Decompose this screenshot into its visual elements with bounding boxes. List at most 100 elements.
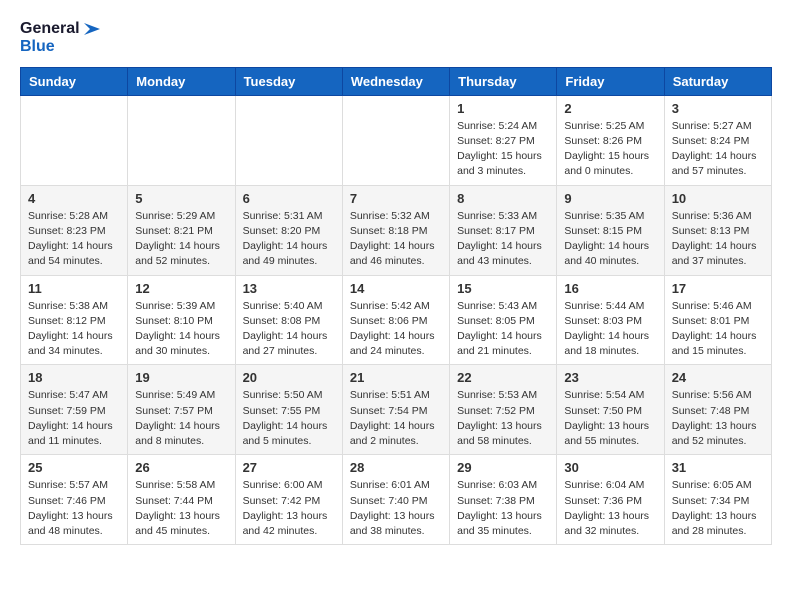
calendar-cell: 9 Sunrise: 5:35 AM Sunset: 8:15 PM Daylig… xyxy=(557,185,664,275)
calendar-cell: 30 Sunrise: 6:04 AM Sunset: 7:36 PM Dayli… xyxy=(557,455,664,545)
day-info: Sunrise: 6:04 AM Sunset: 7:36 PM Dayligh… xyxy=(564,478,656,539)
day-number: 7 xyxy=(350,191,442,206)
day-info: Sunrise: 5:58 AM Sunset: 7:44 PM Dayligh… xyxy=(135,478,227,539)
day-number: 14 xyxy=(350,281,442,296)
calendar-week-row: 4 Sunrise: 5:28 AM Sunset: 8:23 PM Daylig… xyxy=(21,185,772,275)
calendar-cell: 29 Sunrise: 6:03 AM Sunset: 7:38 PM Dayli… xyxy=(450,455,557,545)
calendar-cell: 12Sunrise: 5:39 AM Sunset: 8:10 PM Dayli… xyxy=(128,275,235,365)
day-info: Sunrise: 5:46 AM Sunset: 8:01 PM Dayligh… xyxy=(672,299,764,360)
calendar-cell: 17 Sunrise: 5:46 AM Sunset: 8:01 PM Dayli… xyxy=(664,275,771,365)
calendar-week-row: 18Sunrise: 5:47 AM Sunset: 7:59 PM Dayli… xyxy=(21,365,772,455)
calendar-cell: 31Sunrise: 6:05 AM Sunset: 7:34 PM Dayli… xyxy=(664,455,771,545)
calendar-cell: 7 Sunrise: 5:32 AM Sunset: 8:18 PM Daylig… xyxy=(342,185,449,275)
day-info: Sunrise: 5:32 AM Sunset: 8:18 PM Dayligh… xyxy=(350,209,442,270)
calendar-cell xyxy=(342,95,449,185)
calendar-cell: 18Sunrise: 5:47 AM Sunset: 7:59 PM Dayli… xyxy=(21,365,128,455)
day-info: Sunrise: 5:36 AM Sunset: 8:13 PM Dayligh… xyxy=(672,209,764,270)
page-header: GeneralBlue xyxy=(20,20,772,57)
weekday-header: Wednesday xyxy=(342,67,449,95)
day-info: Sunrise: 5:38 AM Sunset: 8:12 PM Dayligh… xyxy=(28,299,120,360)
calendar-cell: 14 Sunrise: 5:42 AM Sunset: 8:06 PM Dayli… xyxy=(342,275,449,365)
weekday-header: Monday xyxy=(128,67,235,95)
day-number: 17 xyxy=(672,281,764,296)
calendar-cell: 6 Sunrise: 5:31 AM Sunset: 8:20 PM Daylig… xyxy=(235,185,342,275)
day-number: 6 xyxy=(243,191,335,206)
calendar-cell: 24Sunrise: 5:56 AM Sunset: 7:48 PM Dayli… xyxy=(664,365,771,455)
day-info: Sunrise: 5:56 AM Sunset: 7:48 PM Dayligh… xyxy=(672,388,764,449)
calendar-cell: 3Sunrise: 5:27 AM Sunset: 8:24 PM Daylig… xyxy=(664,95,771,185)
day-number: 16 xyxy=(564,281,656,296)
day-number: 19 xyxy=(135,370,227,385)
day-info: Sunrise: 5:29 AM Sunset: 8:21 PM Dayligh… xyxy=(135,209,227,270)
day-info: Sunrise: 5:40 AM Sunset: 8:08 PM Dayligh… xyxy=(243,299,335,360)
day-number: 18 xyxy=(28,370,120,385)
calendar-cell: 27 Sunrise: 6:00 AM Sunset: 7:42 PM Dayli… xyxy=(235,455,342,545)
day-number: 21 xyxy=(350,370,442,385)
day-number: 23 xyxy=(564,370,656,385)
weekday-header: Tuesday xyxy=(235,67,342,95)
calendar-cell: 2 Sunrise: 5:25 AM Sunset: 8:26 PM Daylig… xyxy=(557,95,664,185)
weekday-header: Thursday xyxy=(450,67,557,95)
day-info: Sunrise: 5:57 AM Sunset: 7:46 PM Dayligh… xyxy=(28,478,120,539)
day-info: Sunrise: 5:49 AM Sunset: 7:57 PM Dayligh… xyxy=(135,388,227,449)
day-number: 29 xyxy=(457,460,549,475)
day-info: Sunrise: 6:00 AM Sunset: 7:42 PM Dayligh… xyxy=(243,478,335,539)
calendar-cell: 21 Sunrise: 5:51 AM Sunset: 7:54 PM Dayli… xyxy=(342,365,449,455)
day-info: Sunrise: 5:44 AM Sunset: 8:03 PM Dayligh… xyxy=(564,299,656,360)
logo: GeneralBlue xyxy=(20,20,100,57)
day-info: Sunrise: 6:03 AM Sunset: 7:38 PM Dayligh… xyxy=(457,478,549,539)
calendar-cell: 20 Sunrise: 5:50 AM Sunset: 7:55 PM Dayli… xyxy=(235,365,342,455)
day-number: 30 xyxy=(564,460,656,475)
day-number: 2 xyxy=(564,101,656,116)
day-info: Sunrise: 5:53 AM Sunset: 7:52 PM Dayligh… xyxy=(457,388,549,449)
day-info: Sunrise: 5:24 AM Sunset: 8:27 PM Dayligh… xyxy=(457,119,549,180)
calendar-cell: 19 Sunrise: 5:49 AM Sunset: 7:57 PM Dayli… xyxy=(128,365,235,455)
day-number: 26 xyxy=(135,460,227,475)
calendar-cell: 5 Sunrise: 5:29 AM Sunset: 8:21 PM Daylig… xyxy=(128,185,235,275)
calendar-cell: 8 Sunrise: 5:33 AM Sunset: 8:17 PM Daylig… xyxy=(450,185,557,275)
calendar-cell: 26 Sunrise: 5:58 AM Sunset: 7:44 PM Dayli… xyxy=(128,455,235,545)
calendar-cell: 22 Sunrise: 5:53 AM Sunset: 7:52 PM Dayli… xyxy=(450,365,557,455)
calendar-cell xyxy=(235,95,342,185)
calendar-cell: 13 Sunrise: 5:40 AM Sunset: 8:08 PM Dayli… xyxy=(235,275,342,365)
day-number: 25 xyxy=(28,460,120,475)
day-number: 22 xyxy=(457,370,549,385)
calendar-cell: 16 Sunrise: 5:44 AM Sunset: 8:03 PM Dayli… xyxy=(557,275,664,365)
day-info: Sunrise: 5:35 AM Sunset: 8:15 PM Dayligh… xyxy=(564,209,656,270)
day-info: Sunrise: 5:33 AM Sunset: 8:17 PM Dayligh… xyxy=(457,209,549,270)
day-info: Sunrise: 5:51 AM Sunset: 7:54 PM Dayligh… xyxy=(350,388,442,449)
calendar-cell: 23Sunrise: 5:54 AM Sunset: 7:50 PM Dayli… xyxy=(557,365,664,455)
day-number: 27 xyxy=(243,460,335,475)
calendar-cell: 1 Sunrise: 5:24 AM Sunset: 8:27 PM Daylig… xyxy=(450,95,557,185)
weekday-header: Sunday xyxy=(21,67,128,95)
day-number: 11 xyxy=(28,281,120,296)
day-info: Sunrise: 5:28 AM Sunset: 8:23 PM Dayligh… xyxy=(28,209,120,270)
day-number: 15 xyxy=(457,281,549,296)
calendar-week-row: 1 Sunrise: 5:24 AM Sunset: 8:27 PM Daylig… xyxy=(21,95,772,185)
day-info: Sunrise: 5:25 AM Sunset: 8:26 PM Dayligh… xyxy=(564,119,656,180)
weekday-header: Friday xyxy=(557,67,664,95)
day-number: 4 xyxy=(28,191,120,206)
day-info: Sunrise: 6:05 AM Sunset: 7:34 PM Dayligh… xyxy=(672,478,764,539)
day-info: Sunrise: 5:50 AM Sunset: 7:55 PM Dayligh… xyxy=(243,388,335,449)
calendar-cell: 15 Sunrise: 5:43 AM Sunset: 8:05 PM Dayli… xyxy=(450,275,557,365)
day-number: 13 xyxy=(243,281,335,296)
calendar-table: SundayMondayTuesdayWednesdayThursdayFrid… xyxy=(20,67,772,545)
day-number: 8 xyxy=(457,191,549,206)
day-info: Sunrise: 6:01 AM Sunset: 7:40 PM Dayligh… xyxy=(350,478,442,539)
calendar-cell: 4 Sunrise: 5:28 AM Sunset: 8:23 PM Daylig… xyxy=(21,185,128,275)
day-number: 5 xyxy=(135,191,227,206)
calendar-cell: 11 Sunrise: 5:38 AM Sunset: 8:12 PM Dayli… xyxy=(21,275,128,365)
day-number: 9 xyxy=(564,191,656,206)
day-info: Sunrise: 5:31 AM Sunset: 8:20 PM Dayligh… xyxy=(243,209,335,270)
day-number: 10 xyxy=(672,191,764,206)
calendar-week-row: 25 Sunrise: 5:57 AM Sunset: 7:46 PM Dayli… xyxy=(21,455,772,545)
calendar-cell xyxy=(128,95,235,185)
day-number: 28 xyxy=(350,460,442,475)
calendar-cell: 28 Sunrise: 6:01 AM Sunset: 7:40 PM Dayli… xyxy=(342,455,449,545)
day-info: Sunrise: 5:42 AM Sunset: 8:06 PM Dayligh… xyxy=(350,299,442,360)
day-number: 3 xyxy=(672,101,764,116)
day-info: Sunrise: 5:43 AM Sunset: 8:05 PM Dayligh… xyxy=(457,299,549,360)
day-number: 1 xyxy=(457,101,549,116)
day-number: 20 xyxy=(243,370,335,385)
